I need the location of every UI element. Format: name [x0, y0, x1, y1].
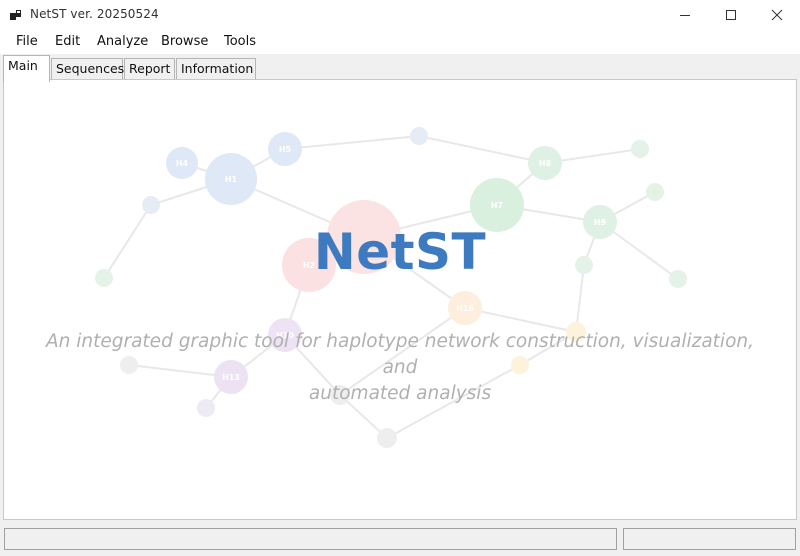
tab-sequences[interactable]: Sequences — [51, 58, 124, 79]
close-icon — [771, 9, 783, 21]
menu-browse[interactable]: Browse — [161, 34, 208, 49]
window-title: NetST ver. 20250524 — [30, 7, 159, 21]
status-panel-main — [4, 528, 617, 550]
app-subtitle-line-2: automated analysis — [308, 383, 492, 404]
app-icon — [10, 10, 21, 20]
maximize-icon — [726, 10, 736, 20]
app-subtitle: An integrated graphic tool for haplotype… — [39, 329, 761, 407]
status-panel-secondary — [623, 528, 796, 550]
maximize-button[interactable] — [708, 0, 754, 30]
menu-analyze[interactable]: Analyze — [97, 34, 148, 49]
svg-text:H16: H16 — [456, 304, 474, 313]
svg-text:H7: H7 — [491, 201, 503, 210]
tab-strip: Main Sequences Report Information — [0, 54, 800, 82]
svg-text:H5: H5 — [279, 145, 292, 154]
app-subtitle-line-1: An integrated graphic tool for haplotype… — [45, 331, 754, 378]
tab-report[interactable]: Report — [124, 58, 175, 79]
tab-information[interactable]: Information — [176, 58, 256, 79]
minimize-button[interactable] — [662, 0, 708, 30]
splash-area: H4 H1 H5 H8 H7 H9 H2 H16 H10 H13 NetST A… — [9, 85, 791, 514]
svg-text:H1: H1 — [225, 175, 238, 184]
menu-file[interactable]: File — [16, 34, 38, 49]
title-bar: NetST ver. 20250524 — [0, 0, 800, 30]
close-button[interactable] — [754, 0, 800, 30]
app-logo-title: NetST — [313, 223, 487, 281]
menu-bar: File Edit Analyze Browse Tools — [0, 30, 800, 54]
menu-edit[interactable]: Edit — [55, 34, 80, 49]
haplotype-network-background: H4 H1 H5 H8 H7 H9 H2 H16 H10 H13 — [95, 127, 687, 448]
minimize-icon — [680, 15, 690, 16]
svg-text:H8: H8 — [539, 159, 552, 168]
svg-text:H4: H4 — [176, 159, 189, 168]
menu-tools[interactable]: Tools — [224, 34, 256, 49]
tab-main[interactable]: Main — [3, 55, 50, 82]
main-tab-panel: H4 H1 H5 H8 H7 H9 H2 H16 H10 H13 NetST A… — [3, 79, 797, 520]
status-bar — [0, 522, 800, 556]
